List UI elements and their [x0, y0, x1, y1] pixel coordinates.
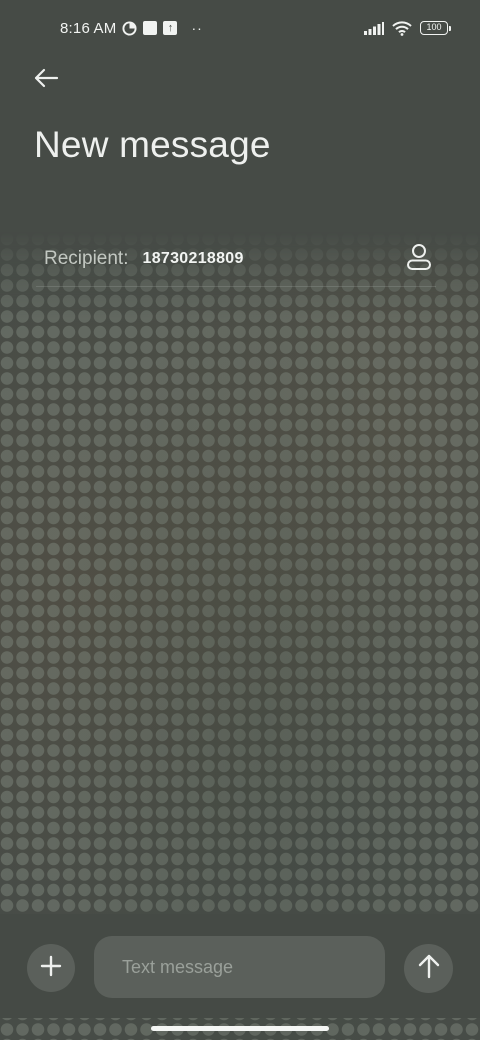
recipient-label: Recipient: — [44, 248, 129, 269]
battery-icon: 100 — [420, 21, 451, 35]
status-time: 8:16 AM — [60, 19, 117, 37]
arrow-left-icon — [33, 68, 59, 93]
status-right: 100 — [364, 20, 451, 36]
recipient-divider — [36, 286, 436, 287]
send-button[interactable] — [404, 944, 453, 993]
upload-icon: ↑ — [163, 21, 178, 35]
compose-bar — [0, 914, 480, 1018]
recipient-row[interactable]: Recipient: 18730218809 — [44, 236, 436, 282]
message-input[interactable] — [94, 936, 385, 998]
new-message-screen: 8:16 AM ↑ ·· 100 New message Recipient: … — [0, 0, 480, 1040]
page-title: New message — [34, 124, 271, 165]
contact-picker-button[interactable] — [402, 242, 436, 276]
square-notification-icon — [143, 21, 158, 35]
attach-button[interactable] — [27, 944, 75, 992]
plus-icon — [40, 955, 62, 982]
data-saver-icon — [122, 20, 137, 36]
signal-icon — [364, 21, 384, 35]
wifi-icon — [392, 20, 412, 36]
status-bar: 8:16 AM ↑ ·· 100 — [0, 0, 480, 56]
status-left: 8:16 AM ↑ ·· — [60, 20, 203, 37]
home-indicator[interactable] — [151, 1026, 329, 1031]
recipient-value[interactable]: 18730218809 — [143, 250, 244, 268]
back-button[interactable] — [26, 60, 66, 100]
more-dots-icon: ·· — [191, 20, 203, 36]
person-icon — [406, 243, 432, 276]
arrow-up-icon — [418, 953, 440, 984]
